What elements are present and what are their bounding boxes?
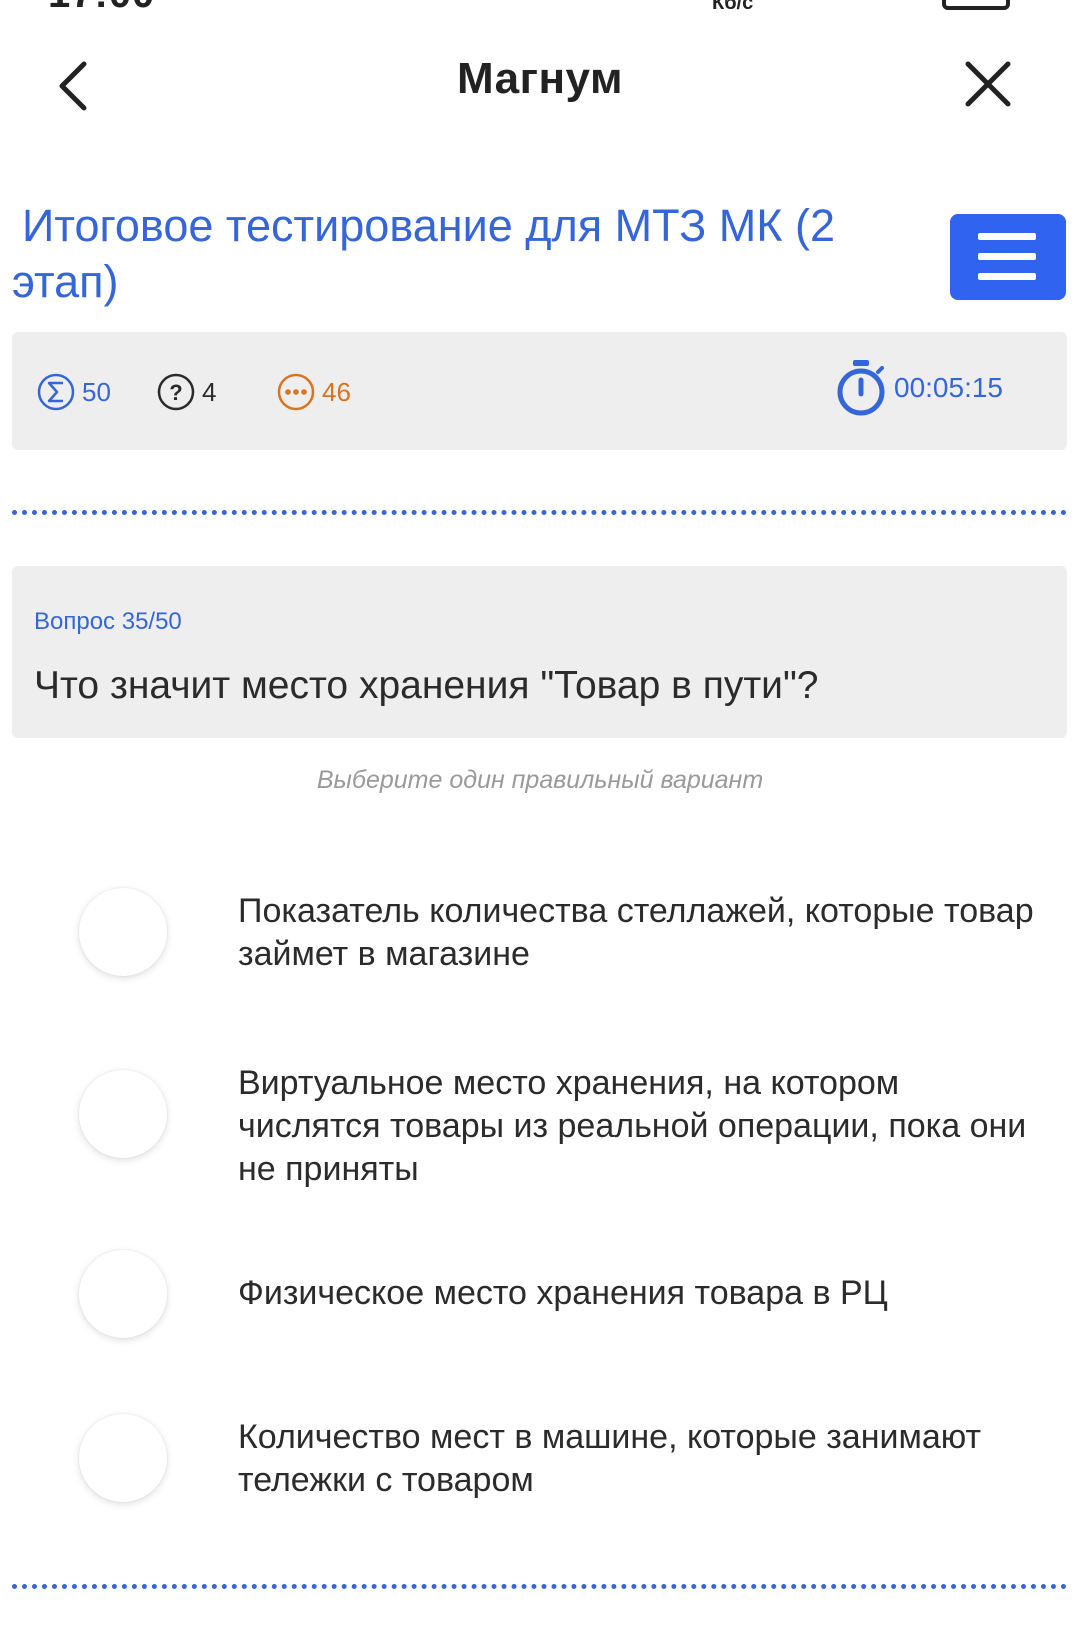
answer-option-label: Физическое место хранения товара в РЦ — [238, 1274, 888, 1312]
answer-option-label: Показатель количества стеллажей, которые… — [238, 892, 1034, 973]
status-time: 17:00 — [48, 0, 155, 17]
svg-text:?: ? — [169, 380, 182, 405]
divider-bottom — [12, 1584, 1067, 1589]
status-network-speed: Кб/с — [712, 0, 754, 14]
question-number: Вопрос 35/50 — [34, 608, 182, 635]
timer: 00:05:15 — [834, 358, 1003, 418]
divider-top — [12, 510, 1067, 515]
stat-unanswered-value: 4 — [202, 376, 217, 407]
battery-icon — [942, 0, 1010, 10]
timer-value: 00:05:15 — [894, 372, 1003, 403]
radio-button[interactable] — [79, 1414, 167, 1502]
test-title: Итоговое тестирование для МТЗ МК (2 этап… — [12, 200, 836, 307]
answer-option-1[interactable]: Показатель количества стеллажей, которые… — [60, 886, 1050, 982]
answer-instruction: Выберите один правильный вариант — [316, 766, 764, 794]
answer-option-label: Виртуальное место хранения, на котором ч… — [238, 1064, 1027, 1188]
page-title: Магнум — [456, 54, 623, 103]
question-circle-icon: ? — [157, 373, 195, 411]
radio-button[interactable] — [79, 888, 167, 976]
close-icon — [965, 61, 1011, 107]
question-box — [12, 566, 1067, 738]
radio-button[interactable] — [79, 1070, 167, 1158]
question-text: Что значит место хранения "Товар в пути"… — [34, 664, 819, 707]
menu-button[interactable] — [950, 214, 1066, 300]
stopwatch-icon — [837, 360, 885, 416]
stat-total: 50 — [36, 372, 111, 412]
stat-remaining: 46 — [276, 372, 351, 412]
stat-remaining-value: 46 — [322, 376, 351, 407]
answer-option-label: Количество мест в машине, которые занима… — [238, 1418, 982, 1499]
sigma-icon — [37, 373, 75, 411]
close-button[interactable] — [962, 58, 1014, 110]
answer-option-4[interactable]: Количество мест в машине, которые занима… — [60, 1414, 1050, 1510]
stat-unanswered: ? 4 — [156, 372, 216, 412]
stat-total-value: 50 — [82, 376, 111, 407]
answer-option-2[interactable]: Виртуальное место хранения, на котором ч… — [60, 1062, 1050, 1192]
more-circle-icon — [277, 373, 315, 411]
answer-option-3[interactable]: Физическое место хранения товара в РЦ — [60, 1250, 1050, 1346]
radio-button[interactable] — [79, 1250, 167, 1338]
